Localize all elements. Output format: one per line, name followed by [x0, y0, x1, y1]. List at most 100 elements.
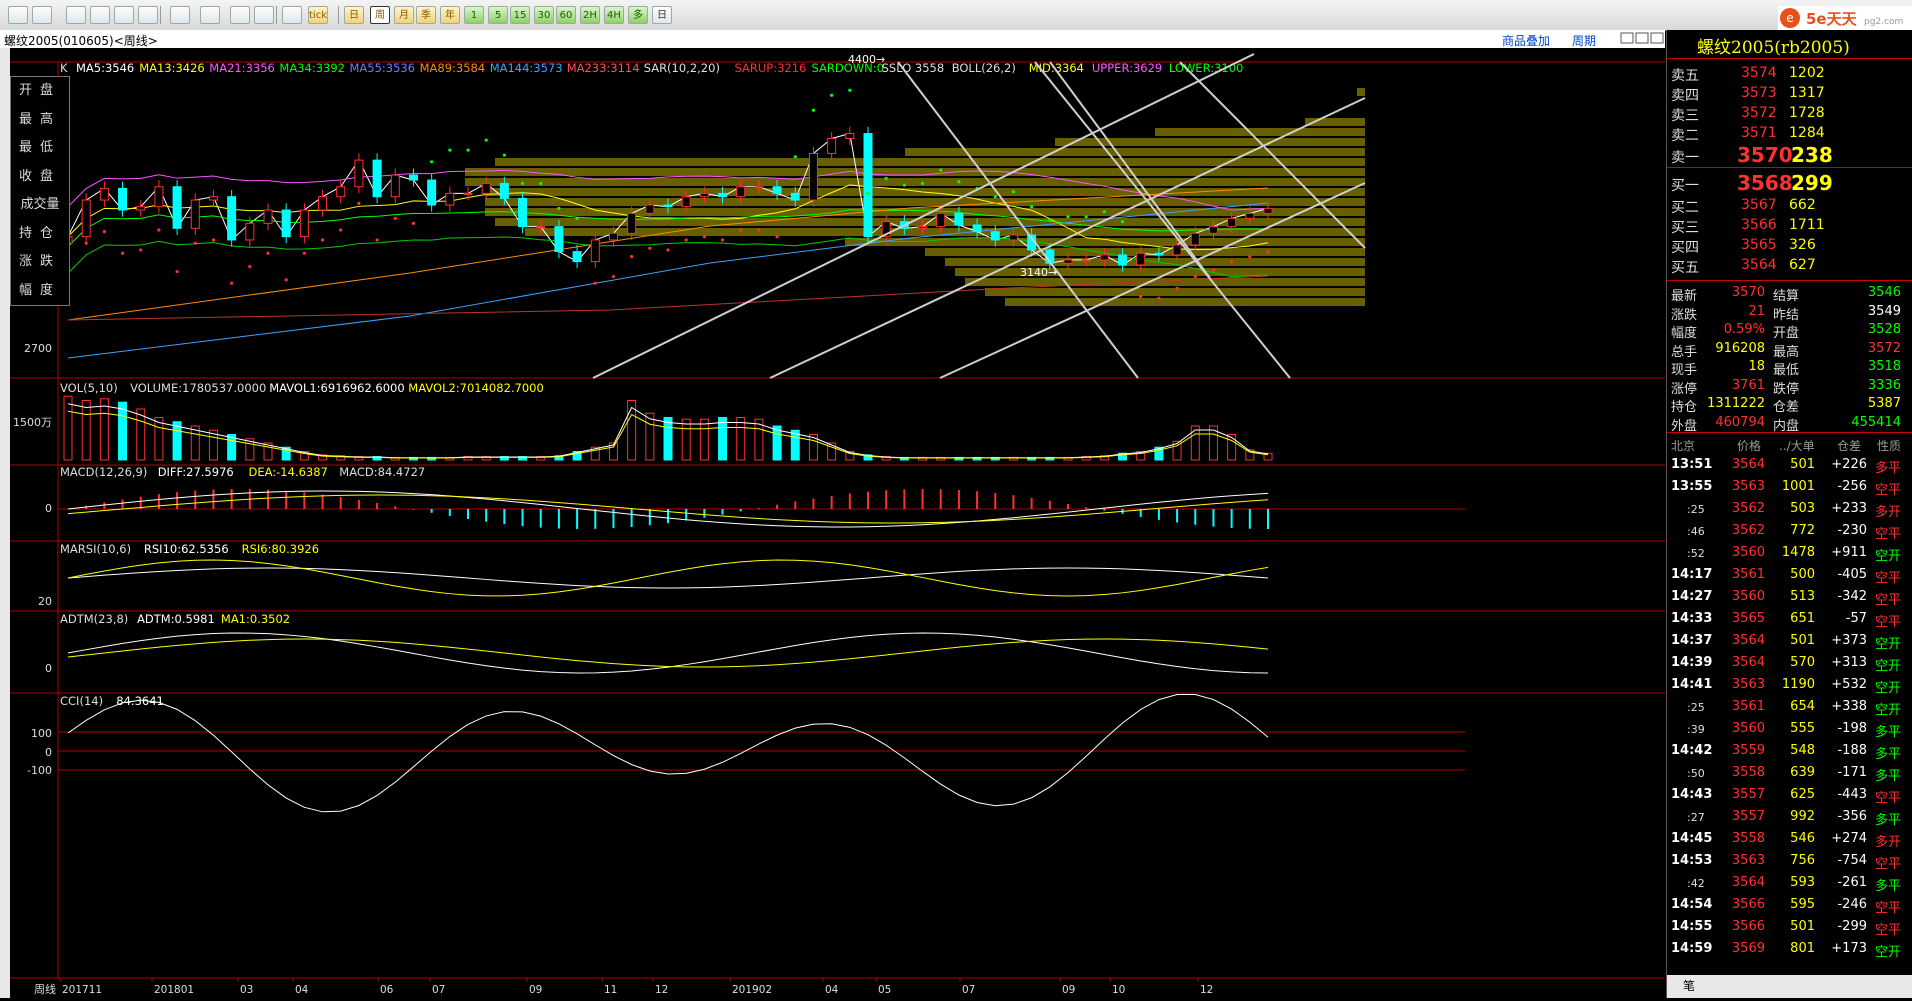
ask-label: 卖一: [1671, 150, 1699, 166]
tick-volume: 992: [1790, 809, 1815, 824]
volume-profile-bar: [965, 278, 1365, 286]
data-menu-item[interactable]: 最低: [11, 134, 69, 163]
sar-dot: [102, 230, 106, 234]
volume-bar: [190, 425, 200, 461]
candle-body: [699, 192, 709, 198]
calendar-icon[interactable]: 日: [652, 6, 672, 24]
sar-dot: [175, 269, 179, 274]
candle-body: [318, 196, 328, 211]
tick-row: 14:55 3566 501 -299 空平: [1667, 917, 1912, 938]
ask-price: 3570: [1737, 143, 1793, 167]
data-window-menu: 开盘 最高 最低 收盘 成交量 持仓 涨跌 幅度: [10, 76, 70, 306]
sar-dot: [266, 251, 270, 255]
candle-body: [136, 206, 146, 211]
folder-icon[interactable]: [66, 6, 86, 24]
bid-label: 买四: [1671, 240, 1699, 256]
quarter-icon[interactable]: 季: [416, 6, 436, 24]
tick-volume: 1190: [1781, 677, 1815, 692]
x-axis-label: 201902: [732, 984, 772, 996]
sar-dot: [466, 148, 470, 152]
chart-area[interactable]: K MA5:3546 MA13:3426 MA21:3356 MA34:3392 MA55…: [10, 48, 1665, 998]
multi-icon[interactable]: 多: [628, 6, 648, 24]
stat-value: 3528: [1867, 322, 1901, 337]
tick-time: 14:33: [1671, 611, 1713, 626]
ask-row: 卖五 3574 1202: [1667, 63, 1912, 84]
x-axis-label: 10: [1112, 984, 1125, 996]
tick-price: 3561: [1731, 699, 1765, 714]
candle-body: [663, 204, 673, 208]
tick-header-row: 北京 价格 ../大单 仓差 性质: [1667, 435, 1912, 455]
bid-row: 买二 3567 662: [1667, 195, 1912, 216]
home-icon[interactable]: [8, 6, 28, 24]
ask-price: 3573: [1741, 85, 1777, 101]
tick-time: 14:37: [1671, 633, 1713, 648]
sar-dot: [1084, 215, 1088, 219]
x-axis-label: 11: [604, 984, 617, 996]
candle-body: [1154, 252, 1164, 256]
stat-value: 3572: [1867, 340, 1901, 356]
candle-body: [972, 224, 982, 233]
x-axis-label: 05: [878, 984, 891, 996]
x-axis-label: 12: [655, 984, 668, 996]
tick-row: 14:39 3564 570 +313 空开: [1667, 653, 1912, 674]
tick-price: 3563: [1731, 853, 1765, 868]
period-link[interactable]: 周期: [1572, 32, 1596, 49]
candle-body: [590, 239, 600, 263]
sar-dot: [339, 228, 343, 232]
1min-icon[interactable]: 1: [464, 6, 484, 24]
stat-row: 幅度 0.59% 开盘 3528: [1667, 320, 1912, 341]
overlay-link[interactable]: 商品叠加: [1502, 32, 1550, 49]
tick-icon[interactable]: tick: [308, 6, 328, 24]
stat-value: 3336: [1867, 377, 1901, 393]
ask-row: 卖三 3572 1728: [1667, 103, 1912, 124]
stat-row: 总手 916208 最高 3572: [1667, 339, 1912, 360]
60min-icon[interactable]: 60: [556, 6, 576, 24]
sar-dot: [193, 241, 197, 245]
zoom-out-icon[interactable]: [138, 6, 158, 24]
30min-icon[interactable]: 30: [534, 6, 554, 24]
kline-chart-svg[interactable]: K MA5:3546 MA13:3426 MA21:3356 MA34:3392 MA55…: [10, 48, 1665, 998]
year-icon[interactable]: 年: [440, 6, 460, 24]
tick-volume: 654: [1790, 699, 1815, 714]
zoom-in-icon[interactable]: [114, 6, 134, 24]
candle-body: [263, 209, 273, 224]
stat-value: 916208: [1715, 340, 1765, 356]
bid-label: 买二: [1671, 200, 1699, 216]
day-icon[interactable]: 日: [344, 6, 364, 24]
candle-body: [918, 226, 928, 229]
5min-icon[interactable]: 5: [488, 6, 508, 24]
sar-dot: [1066, 215, 1070, 219]
2h-icon[interactable]: 2H: [580, 6, 600, 24]
15min-icon[interactable]: 15: [510, 6, 530, 24]
data-menu-item[interactable]: 涨跌: [11, 248, 69, 277]
tool-icon[interactable]: [200, 6, 220, 24]
week-icon[interactable]: 周: [370, 6, 390, 24]
volume-bar: [81, 400, 91, 461]
tick-row: :42 3564 593 -261 多平: [1667, 873, 1912, 894]
candle-body: [536, 226, 546, 229]
ma-indicator-value: SARUP:3216: [735, 61, 807, 75]
tick-time: :52: [1687, 547, 1705, 560]
table-icon[interactable]: [282, 6, 302, 24]
news-icon[interactable]: [254, 6, 274, 24]
tick-time: 14:43: [1671, 787, 1713, 802]
data-menu-item[interactable]: 最高: [11, 106, 69, 135]
stat-row: 外盘 460794 内盘 455414: [1667, 413, 1912, 434]
month-icon[interactable]: 月: [394, 6, 414, 24]
sar-dot: [1030, 205, 1034, 209]
filter-icon[interactable]: [230, 6, 250, 24]
pencil-icon[interactable]: [170, 6, 190, 24]
refresh-icon[interactable]: [90, 6, 110, 24]
window-ctrl-icon[interactable]: [1620, 31, 1664, 45]
window-buttons[interactable]: [1620, 31, 1664, 48]
tick-time: :50: [1687, 767, 1705, 780]
data-menu-item[interactable]: 收盘: [11, 163, 69, 192]
data-menu-item[interactable]: 幅度: [11, 277, 69, 306]
4h-icon[interactable]: 4H: [604, 6, 624, 24]
candle-body: [190, 199, 200, 229]
data-menu-item[interactable]: 开盘: [11, 77, 69, 106]
data-menu-item[interactable]: 成交量: [11, 191, 69, 220]
data-menu-item[interactable]: 持仓: [11, 220, 69, 249]
back-icon[interactable]: [32, 6, 52, 24]
low-price-marker: 3140→: [1020, 266, 1057, 279]
